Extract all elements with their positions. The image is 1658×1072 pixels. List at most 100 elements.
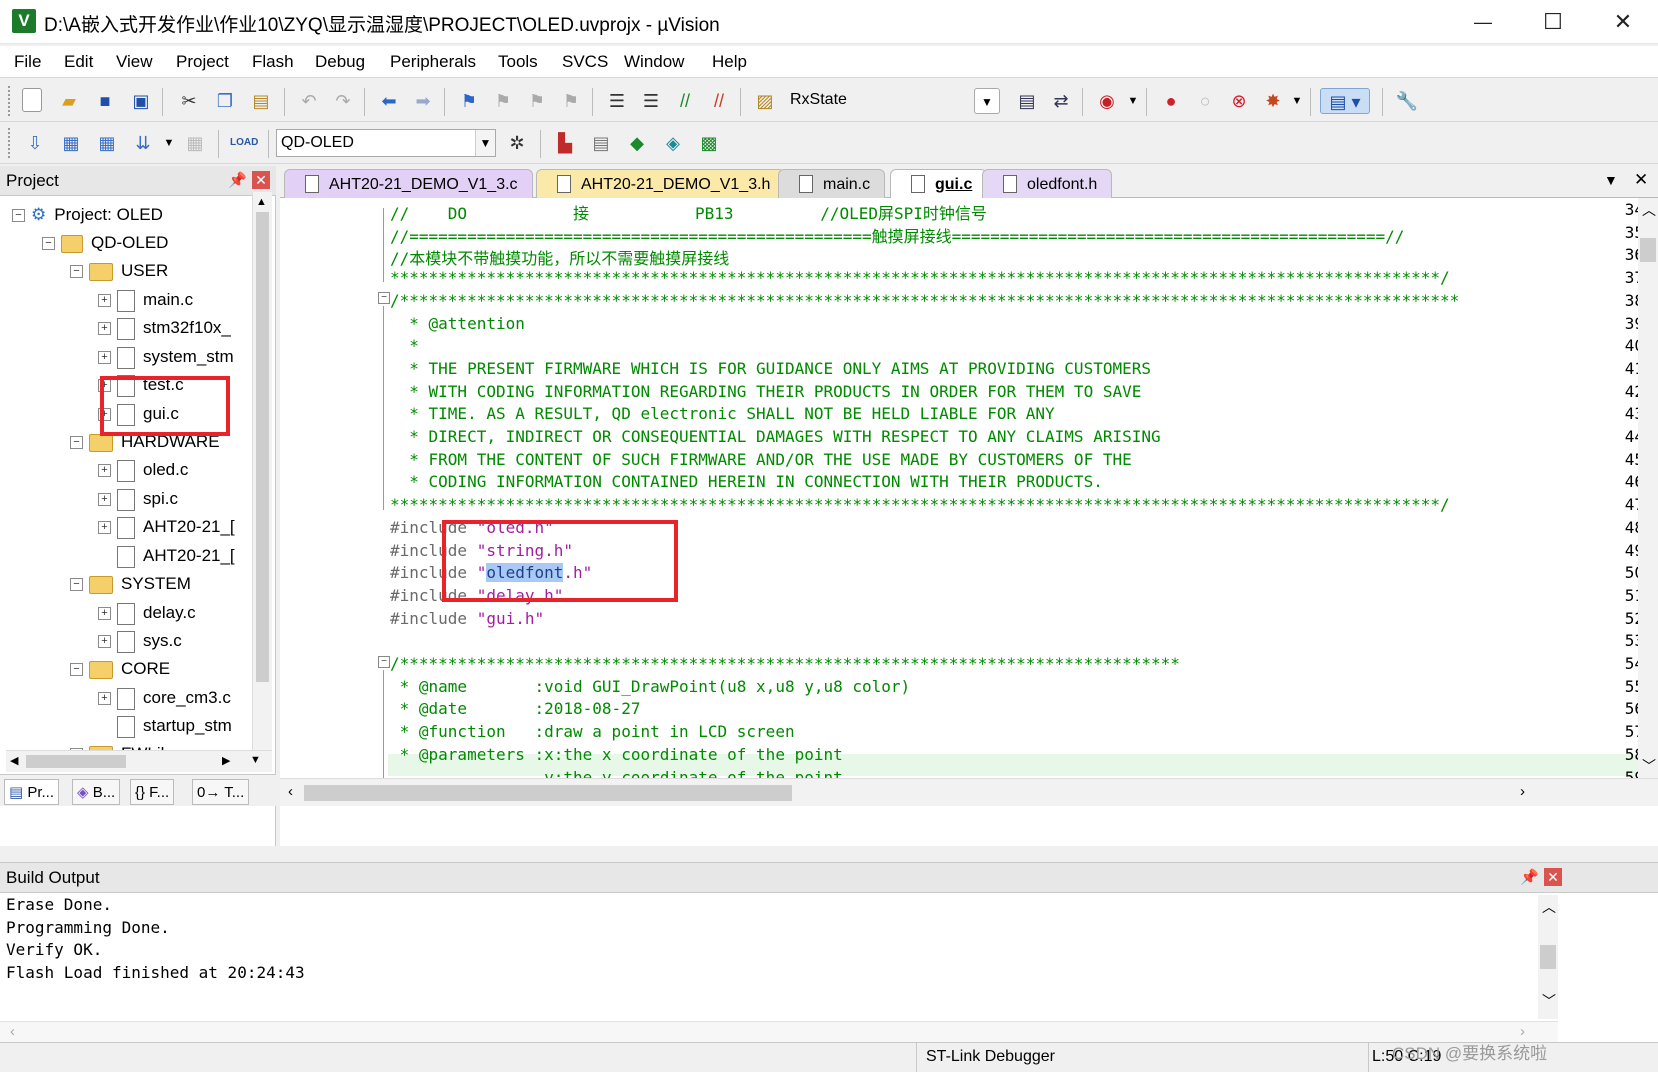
tab-oledfont-h[interactable]: oledfont.h — [982, 169, 1113, 198]
fold-collapse-icon[interactable]: − — [378, 292, 390, 304]
open-folder-icon[interactable]: ▰ — [56, 88, 82, 114]
select-packs-icon[interactable]: ◈ — [660, 130, 686, 156]
navigate-back-icon[interactable]: ⬅ — [376, 88, 402, 114]
undo-icon[interactable]: ↶ — [296, 88, 322, 114]
kill-all-breakpoints-icon[interactable]: ✸ — [1260, 88, 1286, 114]
find-combo[interactable]: RxState — [786, 87, 984, 115]
tree-file-sys-c[interactable]: + sys.c — [98, 627, 182, 655]
scroll-down-icon[interactable]: ▼ — [250, 754, 261, 766]
collapse-icon[interactable]: − — [70, 663, 83, 677]
navigate-forward-icon[interactable]: ➡ — [410, 88, 436, 114]
maximize-button[interactable]: ☐ — [1518, 0, 1588, 44]
file-extensions-icon[interactable]: ▤ — [588, 130, 614, 156]
scroll-down-icon[interactable]: ﹀ — [1642, 756, 1656, 776]
save-all-icon[interactable]: ▣ — [128, 88, 154, 114]
tree-file-aht20-c[interactable]: + AHT20-21_[ — [98, 513, 235, 541]
menu-project[interactable]: Project — [176, 52, 229, 72]
scroll-up-icon[interactable]: ▲ — [256, 196, 267, 208]
tree-file-main-c[interactable]: + main.c — [98, 286, 193, 314]
tree-file-spi-c[interactable]: + spi.c — [98, 485, 178, 513]
scroll-right-icon[interactable]: › — [1520, 1023, 1525, 1040]
tree-file-startup[interactable]: startup_stm — [98, 712, 232, 740]
tab-gui-c[interactable]: gui.c — [890, 169, 988, 198]
new-file-icon[interactable] — [22, 88, 42, 112]
expand-icon[interactable]: + — [98, 322, 111, 336]
tab-aht20-c[interactable]: AHT20-21_DEMO_V1_3.c — [284, 169, 533, 198]
collapse-icon[interactable]: − — [70, 578, 83, 592]
tab-templates[interactable]: 0→ T... — [192, 779, 250, 805]
scroll-left-icon[interactable]: ◀ — [10, 754, 18, 767]
tree-file-oled-c[interactable]: + oled.c — [98, 456, 188, 484]
scroll-thumb[interactable] — [1540, 945, 1556, 969]
tab-main-c[interactable]: main.c — [778, 169, 886, 198]
scroll-right-icon[interactable]: › — [1520, 783, 1525, 800]
collapse-icon[interactable]: − — [12, 209, 25, 223]
rte-icon[interactable]: ▩ — [696, 130, 722, 156]
chevron-down-icon[interactable]: ▼ — [1284, 88, 1310, 114]
tree-node-project[interactable]: − ⚙ Project: OLED — [12, 201, 163, 229]
tree-file-system-stm[interactable]: + system_stm — [98, 343, 234, 371]
target-options-icon[interactable]: ✲ — [504, 130, 530, 156]
code-horizontal-scrollbar[interactable]: ‹ › — [280, 778, 1658, 806]
bookmark-icon[interactable]: ⚑ — [456, 88, 482, 114]
comment-icon[interactable]: // — [672, 88, 698, 114]
menu-peripherals[interactable]: Peripherals — [390, 52, 476, 72]
close-button[interactable]: ✕ — [1588, 0, 1658, 44]
start-debug-icon[interactable]: ◉ — [1094, 88, 1120, 114]
target-select[interactable]: QD-OLED ▼ — [276, 129, 496, 157]
tree-node-target[interactable]: − QD-OLED — [42, 229, 168, 257]
collapse-icon[interactable]: − — [70, 436, 83, 450]
tree-vertical-scrollbar[interactable]: ▲ — [252, 192, 272, 752]
menu-window[interactable]: Window — [624, 52, 684, 72]
scroll-left-icon[interactable]: ‹ — [288, 783, 293, 800]
batch-build-icon[interactable]: ⇊ — [130, 130, 156, 156]
expand-icon[interactable]: + — [98, 351, 111, 365]
redo-icon[interactable]: ↷ — [330, 88, 356, 114]
disable-all-breakpoints-icon[interactable]: ⊗ — [1226, 88, 1252, 114]
find-in-files-icon[interactable]: ▨ — [752, 88, 778, 114]
chevron-down-icon[interactable]: ▼ — [974, 88, 1000, 114]
chevron-down-icon[interactable]: ▼ — [1120, 88, 1146, 114]
prev-bookmark-icon[interactable]: ⚑ — [490, 88, 516, 114]
expand-icon[interactable]: + — [98, 294, 111, 308]
menu-debug[interactable]: Debug — [315, 52, 365, 72]
menu-svcs[interactable]: SVCS — [562, 52, 608, 72]
scroll-thumb[interactable] — [304, 785, 792, 801]
tree-folder-system[interactable]: − SYSTEM — [70, 570, 191, 598]
scroll-down-icon[interactable]: ﹀ — [1542, 991, 1556, 1011]
configure-icon[interactable]: 🔧 — [1394, 88, 1420, 114]
uncomment-icon[interactable]: // — [706, 88, 732, 114]
tab-project[interactable]: ▤ Pr... — [4, 779, 60, 805]
pin-icon[interactable]: 📌 — [228, 171, 247, 189]
rebuild-icon[interactable]: ▦ — [94, 130, 120, 156]
paste-icon[interactable]: ▤ — [248, 88, 274, 114]
close-icon[interactable]: ✕ — [1544, 868, 1562, 886]
tree-file-stm32f10x[interactable]: + stm32f10x_ — [98, 314, 231, 342]
scroll-thumb[interactable] — [26, 755, 126, 768]
scroll-up-icon[interactable]: ︿ — [1542, 897, 1556, 917]
tab-list-dropdown-icon[interactable]: ▼ — [1604, 172, 1618, 188]
manage-components-icon[interactable]: ▙ — [552, 130, 578, 156]
stop-build-icon[interactable]: ▦ — [182, 130, 208, 156]
menu-help[interactable]: Help — [712, 52, 747, 72]
window-layout-icon[interactable]: ▤ ▾ — [1320, 88, 1370, 114]
scroll-thumb[interactable] — [1640, 238, 1656, 262]
indent-icon[interactable]: ☰ — [604, 88, 630, 114]
tree-folder-core[interactable]: − CORE — [70, 655, 170, 683]
scroll-thumb[interactable] — [256, 212, 269, 682]
scroll-left-icon[interactable]: ‹ — [10, 1023, 15, 1040]
scroll-right-icon[interactable]: ▶ — [222, 754, 230, 767]
expand-icon[interactable]: + — [98, 635, 111, 649]
tab-books[interactable]: ◈ B... — [72, 779, 121, 805]
code-vertical-scrollbar[interactable]: ︿ ﹀ — [1638, 198, 1658, 778]
toolbar-grip[interactable] — [8, 128, 12, 158]
cut-icon[interactable]: ✂ — [176, 88, 202, 114]
minimize-button[interactable]: — — [1448, 0, 1518, 44]
expand-icon[interactable]: + — [98, 521, 111, 535]
incremental-find-icon[interactable]: ⇄ — [1048, 88, 1074, 114]
tree-file-delay-c[interactable]: + delay.c — [98, 599, 196, 627]
disable-breakpoint-icon[interactable]: ○ — [1192, 88, 1218, 114]
next-bookmark-icon[interactable]: ⚑ — [524, 88, 550, 114]
translate-icon[interactable]: ⇩ — [22, 130, 48, 156]
close-icon[interactable]: ✕ — [252, 171, 270, 189]
